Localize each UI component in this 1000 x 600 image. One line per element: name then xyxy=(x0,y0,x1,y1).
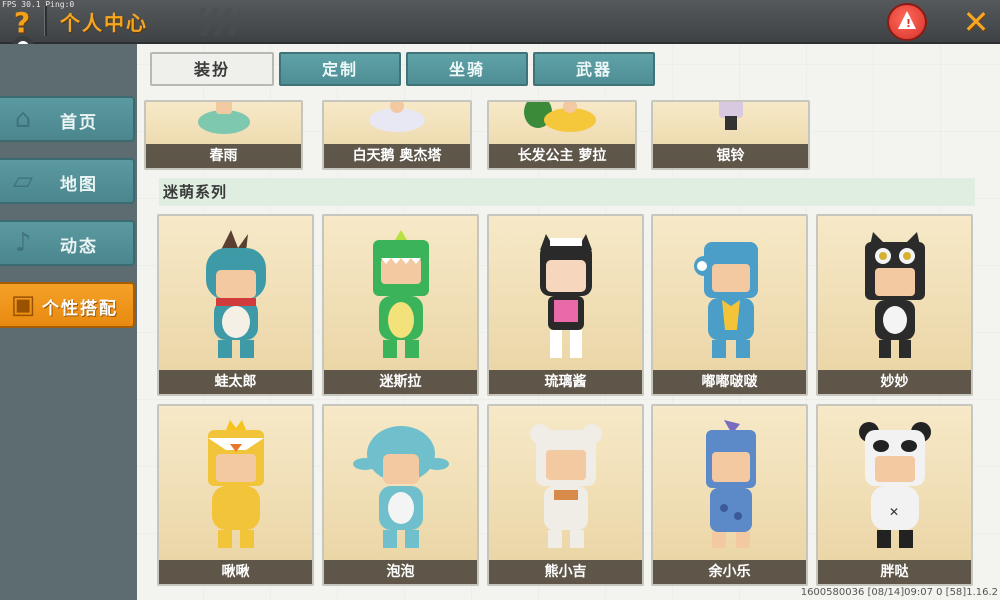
top-bar: FPS 30.1 Ping:0 ? 个人中心 ! ✕ xyxy=(0,0,1000,44)
skin-name: 长发公主 萝拉 xyxy=(489,144,635,168)
tab-dress-up[interactable]: 装扮 xyxy=(150,52,274,86)
skin-card[interactable]: 琉璃酱 xyxy=(487,214,644,396)
tab-weapon[interactable]: 武器 xyxy=(533,52,655,86)
character-thumbnail xyxy=(352,426,449,548)
character-thumbnail xyxy=(207,420,264,548)
sidebar: ⌂ 首页 ▱ 地图 ♪ 动态 ▣ 个性搭配 xyxy=(0,44,137,600)
character-thumbnail xyxy=(539,234,592,358)
close-icon[interactable]: ✕ xyxy=(958,4,994,40)
skin-name: 琉璃酱 xyxy=(489,370,642,394)
character-thumbnail xyxy=(197,102,250,134)
skin-name: 银铃 xyxy=(653,144,808,168)
tab-custom[interactable]: 定制 xyxy=(279,52,401,86)
sidebar-item-feed[interactable]: ♪ 动态 xyxy=(0,220,135,266)
series-header: 迷萌系列 xyxy=(159,178,975,206)
skin-card[interactable]: 余小乐 xyxy=(651,404,808,586)
page-title: 个人中心 xyxy=(60,11,148,35)
skin-card[interactable]: 妙妙 xyxy=(816,214,973,396)
character-thumbnail xyxy=(524,102,596,132)
skin-card[interactable]: 蛙太郎 xyxy=(157,214,314,396)
character-thumbnail xyxy=(205,230,266,358)
character-thumbnail xyxy=(529,424,602,548)
decorative-stripes xyxy=(200,8,240,36)
character-thumbnail xyxy=(718,102,743,130)
skin-name: 妙妙 xyxy=(818,370,971,394)
skin-name: 泡泡 xyxy=(324,560,477,584)
skin-card[interactable]: 泡泡 xyxy=(322,404,479,586)
skin-card[interactable]: 银铃 xyxy=(651,100,810,170)
skin-name: 熊小吉 xyxy=(489,560,642,584)
character-thumbnail xyxy=(693,242,758,358)
skin-name: 嘟嘟啵啵 xyxy=(653,370,806,394)
skin-card[interactable]: 迷斯拉 xyxy=(322,214,479,396)
skin-name: 春雨 xyxy=(146,144,301,168)
character-thumbnail xyxy=(369,102,425,132)
sidebar-item-label: 动态 xyxy=(60,237,98,257)
skin-name: 迷斯拉 xyxy=(324,370,477,394)
build-info: 1600580036 [08/14]09:07 0 [58]1.16.2 xyxy=(800,587,998,598)
tab-mount[interactable]: 坐骑 xyxy=(406,52,528,86)
character-thumbnail xyxy=(372,230,429,358)
skin-card[interactable]: 啾啾 xyxy=(157,404,314,586)
title-divider xyxy=(44,6,47,36)
character-thumbnail xyxy=(705,420,756,548)
sidebar-item-home[interactable]: ⌂ 首页 xyxy=(0,96,135,142)
map-icon: ▱ xyxy=(13,166,33,196)
svg-text:✕: ✕ xyxy=(889,505,899,519)
home-icon: ⌂ xyxy=(14,104,32,134)
skin-name: 余小乐 xyxy=(653,560,806,584)
skin-card[interactable]: 长发公主 萝拉 xyxy=(487,100,637,170)
question-icon[interactable]: ? xyxy=(8,8,36,38)
sidebar-item-label: 首页 xyxy=(60,113,98,133)
skin-name: 白天鹅 奥杰塔 xyxy=(324,144,470,168)
sidebar-item-map[interactable]: ▱ 地图 xyxy=(0,158,135,204)
skin-card[interactable]: 春雨 xyxy=(144,100,303,170)
skin-card[interactable]: 熊小吉 xyxy=(487,404,644,586)
skin-name: 啾啾 xyxy=(159,560,312,584)
skin-card[interactable]: ✕ 胖哒 xyxy=(816,404,973,586)
character-thumbnail xyxy=(864,232,925,358)
bell-icon: ♪ xyxy=(14,228,32,258)
main-panel: 装扮 定制 坐骑 武器 春雨 白天鹅 奥杰塔 长发公主 萝拉 银铃 迷萌系列 蛙… xyxy=(137,44,1000,600)
character-thumbnail: ✕ xyxy=(858,422,931,548)
sidebar-item-label: 地图 xyxy=(60,175,98,195)
skin-card[interactable]: 白天鹅 奥杰塔 xyxy=(322,100,472,170)
skin-name: 胖哒 xyxy=(818,560,971,584)
sidebar-item-label: 个性搭配 xyxy=(42,299,118,319)
outfit-icon: ▣ xyxy=(10,290,36,320)
skin-card[interactable]: 嘟嘟啵啵 xyxy=(651,214,808,396)
sidebar-item-outfit[interactable]: ▣ 个性搭配 xyxy=(0,282,135,328)
warning-icon[interactable]: ! xyxy=(887,3,927,41)
skin-name: 蛙太郎 xyxy=(159,370,312,394)
